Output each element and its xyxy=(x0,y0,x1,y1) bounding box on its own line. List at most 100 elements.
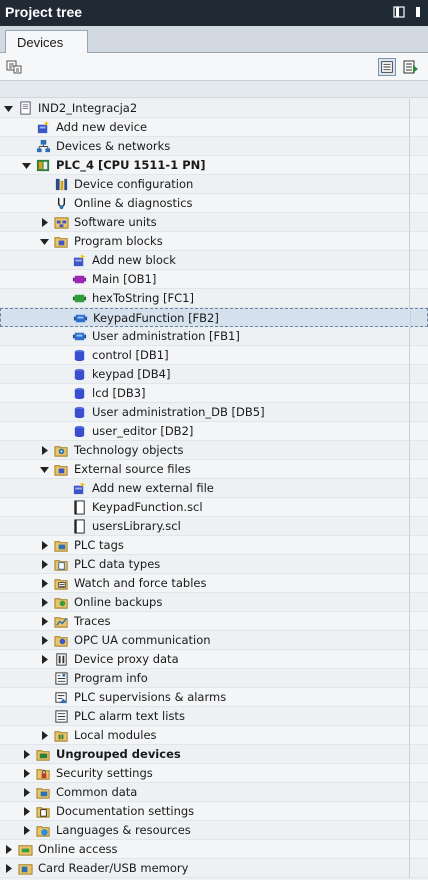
tree-item[interactable]: IND2_Integracja2 xyxy=(0,99,428,118)
tree-item[interactable]: Local modules xyxy=(0,726,428,745)
tree-item-label: keypad [DB4] xyxy=(92,367,171,381)
expand-arrow-right-icon[interactable] xyxy=(40,218,49,227)
tree-item-label: Add new device xyxy=(56,120,148,134)
tree-item[interactable]: hexToString [FC1] xyxy=(0,289,428,308)
column-divider xyxy=(409,327,410,346)
device-config-icon xyxy=(55,178,68,191)
tree-item[interactable]: user_editor [DB2] xyxy=(0,422,428,441)
tree-item[interactable]: Device configuration xyxy=(0,175,428,194)
tree-item[interactable]: Online backups xyxy=(0,593,428,612)
db-block-icon xyxy=(74,349,85,362)
tree-item[interactable]: Documentation settings xyxy=(0,802,428,821)
tree-item[interactable]: User administration_DB [DB5] xyxy=(0,403,428,422)
expand-arrow-right-icon[interactable] xyxy=(40,655,49,664)
tree-item[interactable]: PLC alarm text lists xyxy=(0,707,428,726)
tree-item[interactable]: Online access xyxy=(0,840,428,859)
expand-arrow-right-icon[interactable] xyxy=(40,446,49,455)
tree-item[interactable]: Online & diagnostics xyxy=(0,194,428,213)
overview-view-icon[interactable] xyxy=(378,58,396,76)
expand-arrow-right-icon[interactable] xyxy=(40,617,49,626)
expand-arrow-right-icon[interactable] xyxy=(22,788,31,797)
expand-arrow-right-icon[interactable] xyxy=(22,750,31,759)
tree-item[interactable]: KeypadFunction.scl xyxy=(0,498,428,517)
tree-item-label: Languages & resources xyxy=(56,823,191,837)
panel-menu-icon[interactable] xyxy=(412,6,424,18)
column-divider xyxy=(409,175,410,194)
tree-item[interactable]: lcd [DB3] xyxy=(0,384,428,403)
tree-item[interactable]: control [DB1] xyxy=(0,346,428,365)
tree-item[interactable]: Program blocks xyxy=(0,232,428,251)
tree-item-label: OPC UA communication xyxy=(74,633,211,647)
expand-arrow-right-icon[interactable] xyxy=(40,541,49,550)
tree-item[interactable]: Device proxy data xyxy=(0,650,428,669)
tab-devices[interactable]: Devices xyxy=(5,30,88,54)
tree-item-label: Common data xyxy=(56,785,138,799)
tree-item[interactable]: PLC_4 [CPU 1511-1 PN] xyxy=(0,156,428,175)
expand-arrow-right-icon[interactable] xyxy=(40,598,49,607)
pin-panel-icon[interactable] xyxy=(393,6,405,18)
tree-item[interactable]: KeypadFunction [FB2] xyxy=(0,308,428,328)
show-hierarchy-icon[interactable] xyxy=(5,58,23,76)
tree-item[interactable]: Add new block xyxy=(0,251,428,270)
tree-item[interactable]: PLC supervisions & alarms xyxy=(0,688,428,707)
tree-item-label: Card Reader/USB memory xyxy=(38,861,189,875)
tree-item[interactable]: Traces xyxy=(0,612,428,631)
tree-item-label: Add new block xyxy=(92,253,176,267)
expand-arrow-right-icon[interactable] xyxy=(22,807,31,816)
traces-icon xyxy=(54,617,68,628)
expand-arrow-right-icon[interactable] xyxy=(22,769,31,778)
expand-arrow-right-icon[interactable] xyxy=(40,636,49,645)
tree-item[interactable]: Devices & networks xyxy=(0,137,428,156)
expand-arrow-right-icon[interactable] xyxy=(40,560,49,569)
column-divider xyxy=(409,707,410,726)
tree-item[interactable]: Add new device xyxy=(0,118,428,137)
tree-item[interactable]: Common data xyxy=(0,783,428,802)
tree-item-label: Online backups xyxy=(74,595,163,609)
tree-item[interactable]: Watch and force tables xyxy=(0,574,428,593)
tree-item-label: control [DB1] xyxy=(92,348,169,362)
tree-item[interactable]: Main [OB1] xyxy=(0,270,428,289)
panel-title: Project tree xyxy=(5,4,83,20)
column-divider xyxy=(409,688,410,707)
expand-arrow-down-icon[interactable] xyxy=(40,465,49,474)
expand-arrow-right-icon[interactable] xyxy=(22,826,31,835)
tree-item[interactable]: Software units xyxy=(0,213,428,232)
tree-item[interactable]: Card Reader/USB memory xyxy=(0,859,428,878)
languages-icon xyxy=(36,826,50,837)
tree-item[interactable]: User administration [FB1] xyxy=(0,327,428,346)
column-divider xyxy=(409,821,410,840)
column-divider xyxy=(409,422,410,441)
tree-item[interactable]: OPC UA communication xyxy=(0,631,428,650)
column-divider xyxy=(410,309,411,328)
expand-arrow-down-icon[interactable] xyxy=(4,104,13,113)
tree-item[interactable]: External source files xyxy=(0,460,428,479)
expand-arrow-right-icon[interactable] xyxy=(40,579,49,588)
tree-item[interactable]: Add new external file xyxy=(0,479,428,498)
tree-item-label: Traces xyxy=(74,614,111,628)
tree-item[interactable]: Security settings xyxy=(0,764,428,783)
column-divider xyxy=(409,194,410,213)
db-block-icon xyxy=(74,387,85,400)
tree-item[interactable]: usersLibrary.scl xyxy=(0,517,428,536)
tree-item[interactable]: Languages & resources xyxy=(0,821,428,840)
column-divider xyxy=(409,574,410,593)
ungrouped-devices-icon xyxy=(36,750,50,761)
tree-item[interactable]: Ungrouped devices xyxy=(0,745,428,764)
tree-item-label: Software units xyxy=(74,215,157,229)
column-divider xyxy=(409,783,410,802)
tree-item-label: usersLibrary.scl xyxy=(92,519,181,533)
tree-item[interactable]: keypad [DB4] xyxy=(0,365,428,384)
column-divider xyxy=(409,365,410,384)
expand-arrow-right-icon[interactable] xyxy=(4,845,13,854)
expand-arrow-right-icon[interactable] xyxy=(4,864,13,873)
panel-titlebar: Project tree xyxy=(0,0,428,26)
tree-item[interactable]: Technology objects xyxy=(0,441,428,460)
tree-item-label: Online access xyxy=(38,842,118,856)
expand-arrow-down-icon[interactable] xyxy=(40,237,49,246)
expand-arrow-right-icon[interactable] xyxy=(40,731,49,740)
details-view-icon[interactable] xyxy=(402,58,420,76)
tree-item[interactable]: Program info xyxy=(0,669,428,688)
tree-item[interactable]: PLC data types xyxy=(0,555,428,574)
expand-arrow-down-icon[interactable] xyxy=(22,161,31,170)
tree-item[interactable]: PLC tags xyxy=(0,536,428,555)
